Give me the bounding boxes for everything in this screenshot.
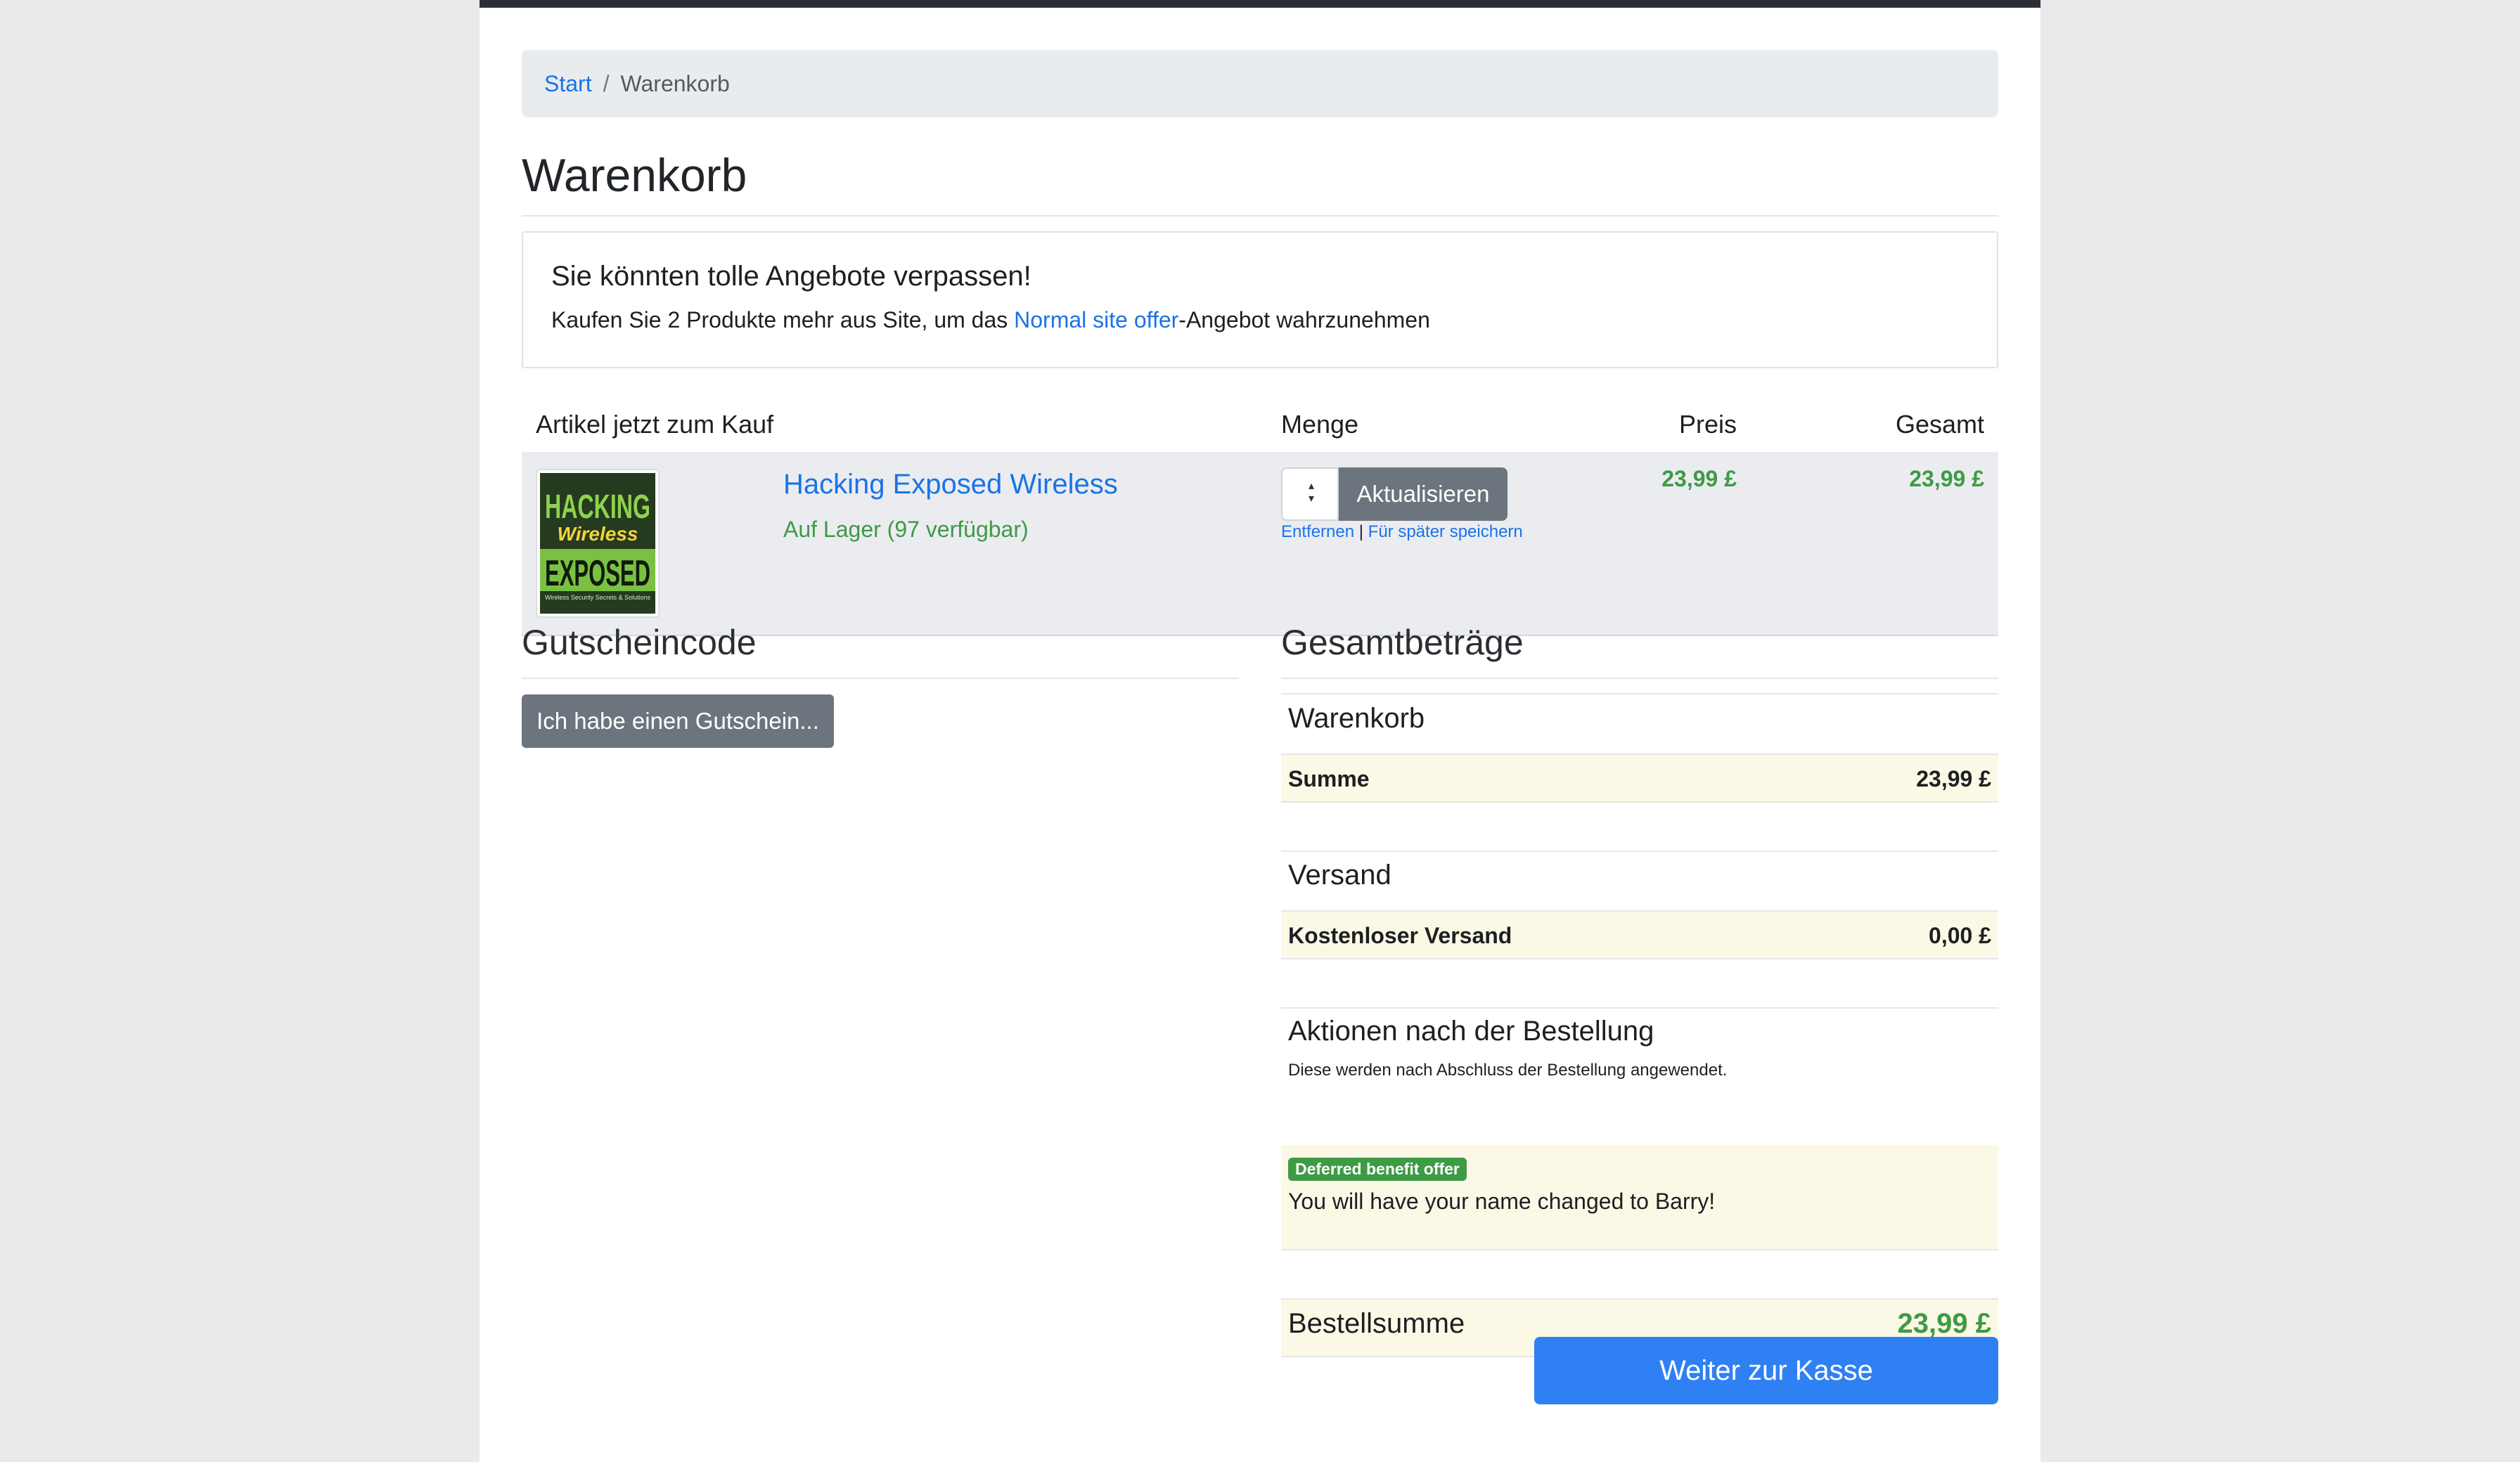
post-order-divider [1281, 1007, 1998, 1009]
title-divider [522, 215, 1998, 216]
order-total-label: Bestellsumme [1288, 1308, 1465, 1339]
post-order-heading: Aktionen nach der Bestellung [1288, 1016, 1654, 1047]
voucher-title: Gutscheincode [522, 623, 757, 662]
shipping-value: 0,00 £ [1929, 923, 1991, 948]
remove-link[interactable]: Entfernen [1281, 522, 1354, 541]
shipping-row: Kostenloser Versand 0,00 £ [1281, 910, 1998, 959]
totals-divider [1281, 678, 1998, 679]
order-total-value: 23,99 £ [1897, 1308, 1991, 1339]
offer-text-after: -Angebot wahrzunehmen [1178, 307, 1430, 332]
deferred-benefit: Deferred benefit offer You will have you… [1281, 1145, 1998, 1250]
shipping-label: Kostenloser Versand [1288, 923, 1512, 948]
cover-line3: EXPOSED [545, 553, 650, 594]
line-actions-separator: | [1358, 522, 1363, 541]
main-content: Start / Warenkorb Warenkorb Sie könnten … [522, 50, 1998, 1404]
page-title: Warenkorb [522, 149, 747, 201]
post-order-note: Diese werden nach Abschluss der Bestellu… [1288, 1061, 1728, 1080]
product-image[interactable]: HACKING Wireless EXPOSED Wireless Securi… [536, 469, 660, 618]
basket-header-price: Preis [1678, 410, 1737, 439]
basket-header-total: Gesamt [1895, 410, 1984, 439]
chevron-up-down-icon[interactable]: ▴ ▾ [1304, 480, 1319, 508]
benefit-badge: Deferred benefit offer [1288, 1158, 1467, 1181]
unit-price: 23,99 £ [1661, 466, 1737, 491]
stock-status: Auf Lager (97 verfügbar) [783, 517, 1029, 542]
product-cover-image: HACKING Wireless EXPOSED Wireless Securi… [540, 473, 655, 614]
breadcrumb-home-link[interactable]: Start [544, 71, 592, 97]
subtotal-label: Summe [1288, 766, 1370, 791]
update-button[interactable]: Aktualisieren [1339, 467, 1508, 521]
page-container: Start / Warenkorb Warenkorb Sie könnten … [480, 0, 2040, 1462]
breadcrumb-separator: / [603, 70, 610, 96]
basket-header-qty: Menge [1281, 410, 1359, 439]
product-title-link[interactable]: Hacking Exposed Wireless [783, 469, 1118, 500]
voucher-divider [522, 678, 1239, 679]
basket-line: HACKING Wireless EXPOSED Wireless Securi… [522, 452, 1998, 636]
cover-line2: Wireless [558, 523, 638, 545]
save-for-later-link[interactable]: Für später speichern [1368, 522, 1523, 541]
shipping-heading: Versand [1288, 860, 1391, 891]
basket-section-divider [1281, 693, 1998, 694]
subtotal-row: Summe 23,99 £ [1281, 753, 1998, 803]
offer-alert: Sie könnten tolle Angebote verpassen! Ka… [522, 231, 1998, 368]
quantity-input[interactable]: ▴ ▾ [1281, 467, 1339, 521]
voucher-button[interactable]: Ich habe einen Gutschein... [522, 694, 834, 748]
totals-basket-heading: Warenkorb [1288, 703, 1425, 734]
offer-link[interactable]: Normal site offer [1014, 307, 1178, 332]
cover-line1: HACKING [545, 489, 650, 526]
benefit-text: You will have your name changed to Barry… [1288, 1189, 1716, 1214]
line-total: 23,99 £ [1909, 466, 1984, 491]
offer-text: Kaufen Sie 2 Produkte mehr aus Site, um … [551, 307, 1430, 333]
basket-header-item: Artikel jetzt zum Kauf [536, 410, 774, 439]
offer-title: Sie könnten tolle Angebote verpassen! [551, 261, 1031, 292]
offer-text-before: Kaufen Sie 2 Produkte mehr aus Site, um … [551, 307, 1015, 332]
subtotal-value: 23,99 £ [1916, 766, 1991, 791]
shipping-section-divider [1281, 850, 1998, 852]
breadcrumb: Start / Warenkorb [522, 50, 1998, 117]
line-actions: Entfernen | Für später speichern [1281, 522, 1523, 542]
cover-line4: Wireless Security Secrets & Solutions [545, 594, 650, 601]
checkout-button[interactable]: Weiter zur Kasse [1534, 1337, 1998, 1404]
totals-title: Gesamtbeträge [1281, 623, 1524, 662]
breadcrumb-current: Warenkorb [620, 70, 730, 96]
